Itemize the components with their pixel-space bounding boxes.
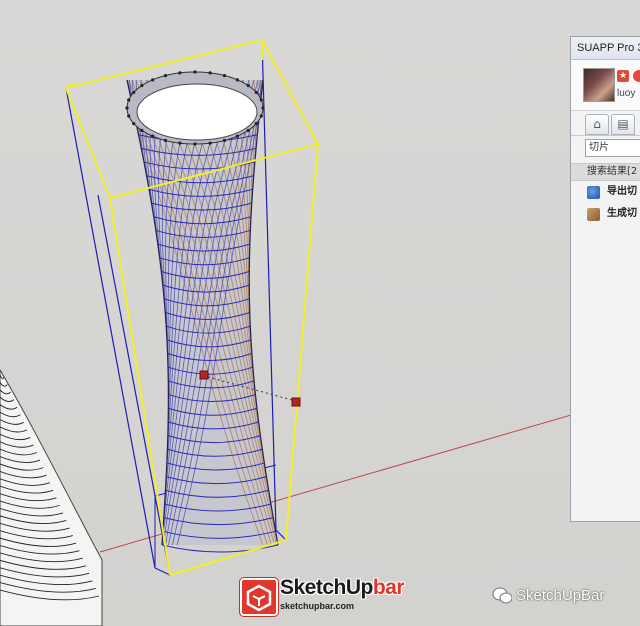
plugin-item-label: 生成切 [607,208,637,219]
rim-vertex [222,138,227,143]
rim-vertex [140,128,144,133]
user-info: ★ luoy [571,60,640,111]
rim-vertex [246,83,250,88]
rim-vertex [163,138,168,143]
vip-badge-icon: ★ [617,70,629,82]
search-results-header: 搜索结果[2 [571,163,640,181]
home-icon[interactable]: ⌂ [585,114,609,135]
notification-badge-icon [633,70,640,82]
avatar[interactable] [583,68,615,102]
rim-vertex [259,114,263,118]
rim-vertex [163,73,168,78]
rim-vertex [140,83,144,88]
rim-vertex [235,78,239,82]
rim-vertex [235,134,239,138]
panel-tabs: ⌂ ▤ [571,111,640,136]
selection-box-edge [169,539,287,576]
search-input[interactable]: 切片 [585,139,640,157]
rim-vertex [208,71,212,75]
rim-vertex [178,141,182,145]
rim-vertex [193,142,197,146]
panel-title: SUAPP Pro 3 [571,37,640,60]
plugin-item-export-slice[interactable]: 导出切 [571,181,640,203]
lattice-tower-model[interactable] [125,70,279,553]
logo-wordmark: SketchUpbar [280,576,405,600]
username: luoy [617,88,636,99]
rim-vertex [208,141,212,145]
rim-vertex [132,122,136,126]
tower-top-opening [136,83,258,141]
cone-model[interactable] [0,369,103,626]
rim-vertex [151,134,155,138]
sketchupbar-logo: SketchUpbar sketchupbar.com [240,576,410,616]
wechat-label: SketchUpBar [516,587,605,604]
rim-vertex [193,70,197,74]
logo-text-accent: bar [372,576,405,599]
rim-vertex [259,98,263,102]
rim-vertex [178,71,182,75]
rim-vertex [127,98,131,102]
sketchup-viewport[interactable] [0,0,640,626]
rim-vertex [125,106,129,110]
rim-vertex [246,128,250,133]
rim-vertex [222,73,227,78]
scale-grip-handle[interactable] [291,397,301,407]
rim-vertex [261,106,265,110]
bbox-edge [65,87,156,569]
toolbar-icon[interactable]: ▤ [611,114,635,135]
rim-vertex [254,122,258,126]
rim-vertex [132,90,136,94]
rim-vertex [254,90,258,94]
export-plugin-icon [587,186,600,199]
plugin-item-generate-slice[interactable]: 生成切 [571,203,640,225]
plugin-item-label: 导出切 [607,186,637,197]
logo-url: sketchupbar.com [280,601,355,611]
logo-text: SketchUp [280,576,373,599]
scale-grip-handle[interactable] [199,370,209,380]
bbox-edge [154,567,171,576]
wechat-watermark: SketchUpBar [492,585,632,609]
rim-vertex [151,78,155,82]
rim-vertex [127,114,131,118]
slice-plugin-icon [587,208,600,221]
wechat-icon [492,587,512,604]
3d-model-canvas[interactable] [0,0,640,626]
selection-box-edge [285,143,319,541]
sketchup-logo-icon [240,578,278,616]
suapp-panel[interactable]: SUAPP Pro 3 ★ luoy ⌂ ▤ 切片 搜索结果[2 导出切 生成切 [570,36,640,522]
